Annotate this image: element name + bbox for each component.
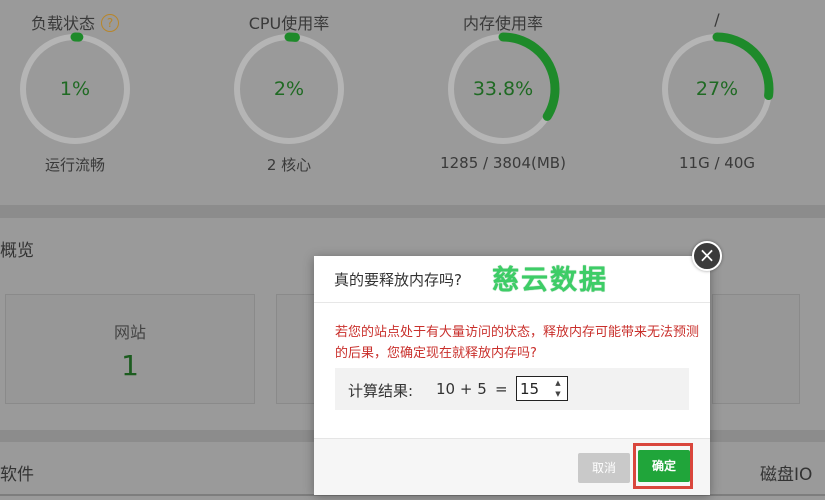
calc-label: 计算结果:	[348, 382, 414, 400]
gauge-memory[interactable]: 内存使用率 33.8% 1285 / 3804(MB)	[438, 8, 568, 178]
close-icon[interactable]: ×	[692, 241, 722, 271]
gauge-subtitle: 2 核心	[266, 156, 312, 174]
site-card-value[interactable]: 1	[6, 349, 254, 382]
warning-message: 若您的站点处于有大量访问的状态，释放内存可能带来无法预测的后果，您确定现在就释放…	[335, 325, 700, 361]
gauge-value: 2%	[273, 78, 305, 100]
site-card-label: 网站	[113, 323, 146, 342]
software-title: 软件	[0, 465, 34, 485]
stat-card[interactable]	[712, 294, 800, 404]
dialog-title: 真的要释放内存吗?	[334, 271, 462, 289]
captcha-row: 计算结果: 10 + 5 = ▲ ▼	[335, 368, 689, 410]
gauge-value: 27%	[695, 78, 739, 100]
calc-expression: 10 + 5	[436, 380, 487, 398]
gauge-title: /	[714, 10, 720, 29]
site-count-card[interactable]: 网站 1	[5, 294, 255, 404]
gauge-subtitle: 11G / 40G	[678, 154, 755, 172]
gauge-title: CPU使用率	[248, 14, 330, 33]
disk-io-title: 磁盘IO	[760, 465, 813, 485]
gauge-cpu[interactable]: CPU使用率 2% 2 核心	[224, 8, 354, 178]
spin-down-icon[interactable]: ▼	[550, 389, 566, 399]
gauge-subtitle: 运行流畅	[44, 156, 105, 174]
gauge-load[interactable]: 负载状态? 1% 运行流畅	[10, 8, 140, 178]
gauge-subtitle: 1285 / 3804(MB)	[440, 154, 566, 172]
number-spinner[interactable]: ▲ ▼	[550, 378, 566, 399]
stat-card[interactable]	[276, 294, 318, 404]
watermark-logo: 慈云数据	[492, 265, 608, 296]
gauge-title: 内存使用率	[462, 14, 543, 33]
panel-separator	[0, 205, 825, 218]
confirm-button[interactable]: 确定	[638, 450, 690, 482]
calc-equals: =	[495, 380, 508, 398]
release-memory-dialog: 真的要释放内存吗? 慈云数据 × 若您的站点处于有大量访问的状态，释放内存可能带…	[314, 241, 722, 495]
overview-title: 概览	[0, 241, 34, 261]
gauge-value: 1%	[59, 78, 91, 100]
dialog-header: 真的要释放内存吗? 慈云数据	[314, 256, 710, 303]
spin-up-icon[interactable]: ▲	[550, 378, 566, 388]
gauge-title: 负载状态?	[10, 10, 140, 34]
gauge-disk[interactable]: / 27% 11G / 40G	[652, 8, 782, 178]
gauge-value: 33.8%	[472, 78, 534, 100]
help-icon[interactable]: ?	[101, 14, 119, 32]
cancel-button[interactable]: 取消	[578, 453, 630, 483]
dialog-footer: 取消 确定	[314, 438, 710, 495]
